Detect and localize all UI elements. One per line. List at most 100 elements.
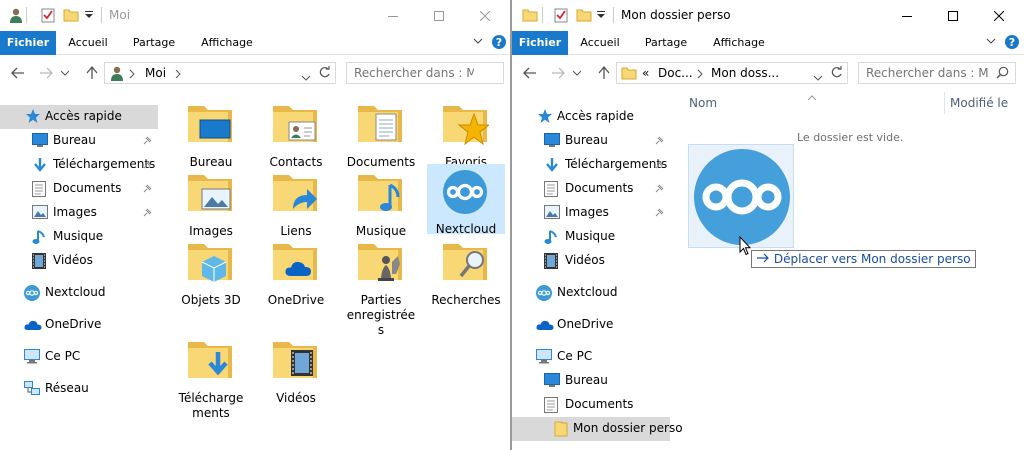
minimize-button[interactable]: [370, 0, 416, 31]
maximize-button[interactable]: [930, 0, 976, 31]
folder-tile-liens[interactable]: Liens: [257, 169, 335, 239]
nav-item-reseau[interactable]: Réseau: [0, 377, 158, 401]
qat-dropdown-icon[interactable]: [84, 9, 94, 23]
recent-locations-button[interactable]: [59, 63, 71, 83]
close-button[interactable]: [976, 0, 1022, 31]
nav-item-ce-pc-bureau[interactable]: Bureau: [512, 369, 670, 393]
tab-fichier[interactable]: Fichier: [512, 31, 568, 55]
breadcrumb-chevron-icon[interactable]: [129, 68, 135, 82]
search-input[interactable]: [354, 66, 474, 80]
nav-item-musique[interactable]: Musique: [0, 225, 158, 249]
search-box[interactable]: [858, 62, 1016, 84]
nav-item-documents[interactable]: Documents: [512, 177, 670, 201]
tab-affichage[interactable]: Affichage: [195, 31, 259, 55]
nav-item-nextcloud[interactable]: Nextcloud: [0, 281, 158, 305]
qat-dropdown-icon[interactable]: [596, 9, 606, 23]
search-box[interactable]: [346, 62, 504, 84]
nav-item-onedrive[interactable]: OneDrive: [0, 313, 158, 337]
tab-partage[interactable]: Partage: [640, 31, 692, 55]
folder-tile-objets-3d[interactable]: Objets 3D: [172, 238, 250, 308]
folder-tile-telechargements[interactable]: Télécharge ments: [172, 336, 250, 420]
nav-item-ce-pc-documents[interactable]: Documents: [512, 393, 670, 417]
folder-tile-contacts[interactable]: Contacts: [257, 100, 335, 170]
nav-item-videos[interactable]: Vidéos: [512, 249, 670, 273]
address-dropdown-icon[interactable]: [813, 70, 823, 84]
properties-icon[interactable]: [553, 7, 569, 26]
help-icon[interactable]: ?: [1004, 34, 1020, 53]
search-icon[interactable]: [996, 66, 1009, 82]
nav-item-acces-rapide[interactable]: Accès rapide: [512, 105, 670, 129]
nav-label: Accès rapide: [557, 109, 634, 123]
nav-item-ce-pc[interactable]: Ce PC: [512, 345, 670, 369]
folder-tile-musique[interactable]: Musique: [342, 169, 420, 239]
maximize-button[interactable]: [416, 0, 462, 31]
address-bar[interactable]: Moi: [104, 62, 336, 84]
nav-item-bureau[interactable]: Bureau: [0, 129, 158, 153]
breadcrumb-chevron-icon[interactable]: [697, 68, 703, 82]
nav-item-nextcloud[interactable]: Nextcloud: [512, 281, 670, 305]
user-icon[interactable]: [8, 7, 24, 26]
tab-affichage[interactable]: Affichage: [707, 31, 771, 55]
address-bar[interactable]: « Doc... Mon doss...: [616, 62, 848, 84]
folder-tile-parties-enregistrees[interactable]: Parties enregistrée s: [342, 238, 420, 337]
nav-item-acces-rapide[interactable]: Accès rapide: [0, 105, 158, 129]
help-icon[interactable]: ?: [491, 34, 507, 53]
folder-tile-nextcloud[interactable]: Nextcloud: [427, 164, 505, 236]
back-button[interactable]: [8, 63, 28, 83]
nav-item-images[interactable]: Images: [512, 201, 670, 225]
expand-ribbon-icon[interactable]: [472, 35, 484, 50]
address-dropdown-icon[interactable]: [301, 70, 311, 84]
folder-tile-onedrive[interactable]: OneDrive: [257, 238, 335, 308]
search-input[interactable]: [866, 66, 990, 80]
folder-tile-recherches[interactable]: Recherches: [427, 238, 505, 308]
back-button[interactable]: [520, 63, 540, 83]
breadcrumb-chevron-icon[interactable]: [175, 68, 181, 82]
address-row: « Doc... Mon doss...: [512, 56, 1024, 90]
nav-label: Ce PC: [557, 349, 593, 363]
column-header-modified[interactable]: Modifié le: [950, 96, 1008, 110]
minimize-button[interactable]: [884, 0, 930, 31]
nav-item-ce-pc[interactable]: Ce PC: [0, 345, 158, 369]
folder-tile-images[interactable]: Images: [172, 169, 250, 239]
breadcrumb-moi[interactable]: Moi: [145, 66, 166, 80]
up-button[interactable]: [82, 63, 102, 83]
up-button[interactable]: [594, 63, 614, 83]
new-folder-icon[interactable]: [63, 7, 79, 26]
folder-tile-documents[interactable]: Documents: [342, 100, 420, 170]
nav-item-mon-dossier-perso[interactable]: Mon dossier perso: [512, 417, 683, 441]
nav-item-telechargements[interactable]: Téléchargements: [512, 153, 670, 177]
close-button[interactable]: [462, 0, 508, 31]
title-bar[interactable]: Moi: [0, 0, 511, 31]
forward-button[interactable]: [548, 63, 568, 83]
nav-label: OneDrive: [557, 317, 614, 331]
computer-icon: [24, 349, 40, 367]
forward-button[interactable]: [36, 63, 56, 83]
column-header-name[interactable]: Nom: [689, 96, 717, 110]
recent-locations-button[interactable]: [571, 63, 583, 83]
nav-label: Réseau: [45, 381, 89, 395]
properties-icon[interactable]: [40, 7, 56, 26]
refresh-icon[interactable]: [318, 66, 331, 82]
breadcrumb-mon-dossier[interactable]: Mon doss...: [711, 66, 779, 80]
new-folder-icon[interactable]: [576, 7, 592, 26]
expand-ribbon-icon[interactable]: [985, 35, 997, 50]
drag-tooltip-action: Déplacer vers: [773, 252, 858, 266]
tab-accueil[interactable]: Accueil: [574, 31, 626, 55]
tab-accueil[interactable]: Accueil: [62, 31, 114, 55]
folder-tile-bureau[interactable]: Bureau: [172, 100, 250, 170]
nav-item-documents[interactable]: Documents: [0, 177, 158, 201]
nav-item-onedrive[interactable]: OneDrive: [512, 313, 670, 337]
nav-item-videos[interactable]: Vidéos: [0, 249, 158, 273]
nav-item-telechargements[interactable]: Téléchargements: [0, 153, 158, 177]
nav-item-musique[interactable]: Musique: [512, 225, 670, 249]
tab-partage[interactable]: Partage: [128, 31, 180, 55]
tab-fichier[interactable]: Fichier: [0, 31, 56, 55]
refresh-icon[interactable]: [830, 66, 843, 82]
folder-tile-videos[interactable]: Vidéos: [257, 336, 335, 406]
breadcrumb-documents[interactable]: Doc...: [658, 66, 693, 80]
nav-item-bureau[interactable]: Bureau: [512, 129, 670, 153]
nav-item-images[interactable]: Images: [0, 201, 158, 225]
breadcrumb-overflow[interactable]: «: [642, 66, 649, 80]
title-bar[interactable]: Mon dossier perso: [512, 0, 1024, 31]
folder-tile-favoris[interactable]: Favoris: [427, 100, 505, 170]
